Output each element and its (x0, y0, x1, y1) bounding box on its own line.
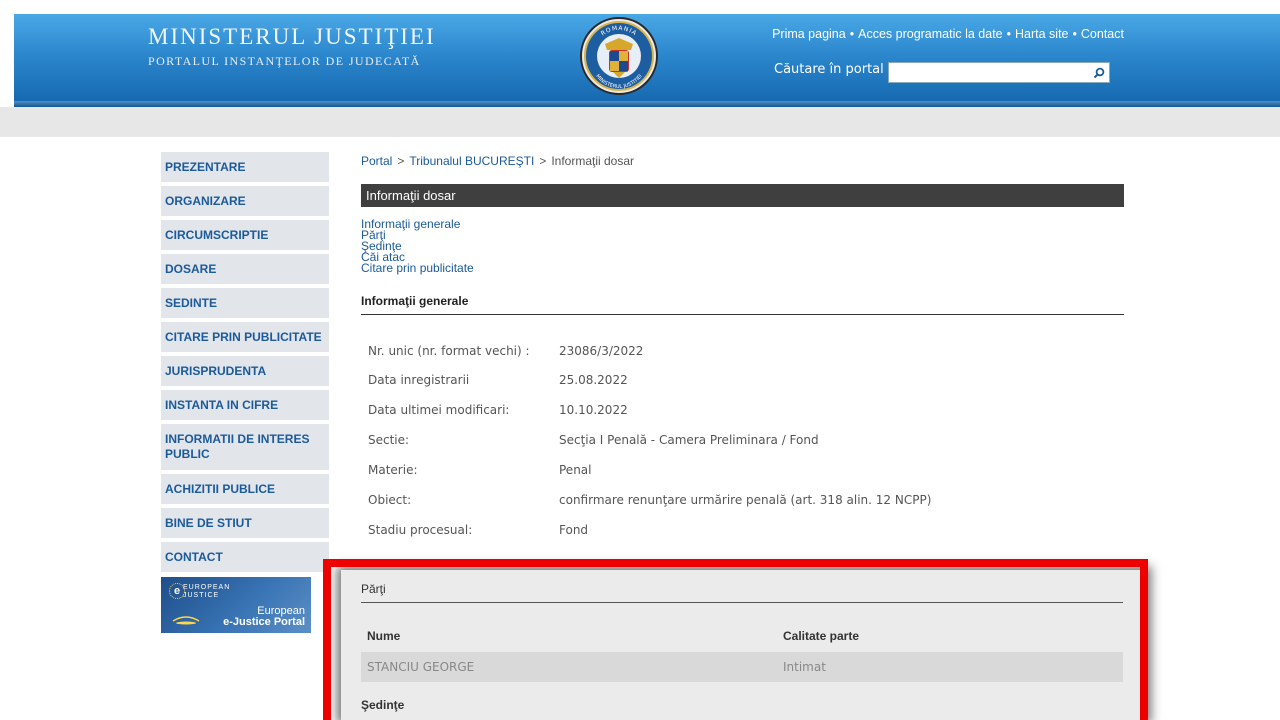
info-value-case-number: 23086/3/2022 (559, 344, 644, 358)
e-justice-portal-banner[interactable]: e EUROPEAN JUSTICE European e-Justice Po… (161, 577, 311, 633)
top-link-sitemap[interactable]: Harta site (1015, 27, 1069, 41)
info-row: Materie: Penal (361, 455, 1124, 485)
info-row: Obiect: confirmare renunţare urmărire pe… (361, 485, 1124, 515)
sidebar-menu: PREZENTARE ORGANIZARE CIRCUMSCRIPTIE DOS… (161, 152, 329, 576)
info-value-procedural-stage: Fond (559, 523, 589, 537)
info-row: Data ultimei modificari: 10.10.2022 (361, 395, 1124, 425)
top-link-contact[interactable]: Contact (1081, 27, 1124, 41)
info-label-procedural-stage: Stadiu procesual: (368, 523, 473, 537)
link-separator: • (1006, 27, 1012, 41)
breadcrumb-court[interactable]: Tribunalul BUCUREŞTI (409, 154, 534, 168)
info-label-last-modified: Data ultimei modificari: (368, 403, 510, 417)
info-value-section: Secţia I Penală - Camera Preliminara / F… (559, 433, 819, 447)
e-justice-logo-line1: EUROPEAN (183, 584, 231, 591)
info-label-matter: Materie: (368, 463, 418, 477)
sidebar-item-achizitii-publice[interactable]: ACHIZITII PUBLICE (161, 474, 329, 504)
info-label-section: Sectie: (368, 433, 410, 447)
top-navigation: Prima pagina • Acces programatic la date • H… (772, 27, 1124, 41)
sidebar-item-prezentare[interactable]: PREZENTARE (161, 152, 329, 182)
sidebar-item-circumscriptie[interactable]: CIRCUMSCRIPTIE (161, 220, 329, 250)
breadcrumb-portal[interactable]: Portal (361, 154, 392, 168)
info-value-object: confirmare renunţare urmărire penală (ar… (559, 493, 932, 507)
search-box (888, 62, 1110, 83)
breadcrumb: Portal > Tribunalul BUCUREŞTI > Informaţii d… (361, 152, 1124, 170)
info-row: Data inregistrarii 25.08.2022 (361, 365, 1124, 395)
site-subtitle: PORTALUL INSTANŢELOR DE JUDECATĂ (148, 54, 421, 68)
search-label: Căutare în portal (774, 62, 884, 77)
e-justice-logo-line2: JUSTICE (183, 592, 220, 599)
scales-of-justice-icon (172, 616, 200, 625)
top-link-home[interactable]: Prima pagina (772, 27, 846, 41)
breadcrumb-current: Informaţii dosar (551, 154, 635, 168)
breadcrumb-separator: > (397, 154, 405, 168)
e-justice-logo-text: EUROPEAN JUSTICE (183, 584, 230, 600)
breadcrumb-separator: > (539, 154, 547, 168)
sidebar-item-sedinte[interactable]: SEDINTE (161, 288, 329, 318)
sidebar-item-bine-de-stiut[interactable]: BINE DE STIUT (161, 508, 329, 538)
info-value-matter: Penal (559, 463, 592, 477)
sidebar-item-contact[interactable]: CONTACT (161, 542, 329, 572)
main-content: Portal > Tribunalul BUCUREŞTI > Informaţii d… (361, 152, 1124, 545)
link-separator: • (849, 27, 855, 41)
info-row: Stadiu procesual: Fond (361, 515, 1124, 545)
e-justice-label-line2: e-Justice Portal (223, 616, 305, 628)
anchor-link-cai-atac[interactable]: Căi atac (361, 251, 1124, 263)
info-label-object: Obiect: (368, 493, 412, 507)
anchor-link-sedinte[interactable]: Şedinţe (361, 240, 1124, 252)
general-info-table: Nr. unic (nr. format vechi) : 23086/3/20… (361, 335, 1124, 545)
page-title: Informaţii dosar (361, 184, 1124, 207)
info-value-last-modified: 10.10.2022 (559, 403, 628, 417)
info-row: Nr. unic (nr. format vechi) : 23086/3/20… (361, 335, 1124, 365)
search-button[interactable] (1090, 64, 1107, 81)
general-info-heading: Informaţii generale (361, 294, 1124, 315)
info-row: Sectie: Secţia I Penală - Camera Prelimi… (361, 425, 1124, 455)
sidebar-item-instanta-in-cifre[interactable]: INSTANTA IN CIFRE (161, 390, 329, 420)
anchor-link-citare-prin-publicitate[interactable]: Citare prin publicitate (361, 262, 1124, 274)
section-anchor-links: Informaţii generale Părţi Şedinţe Căi at… (361, 218, 1124, 274)
info-value-registration-date: 25.08.2022 (559, 373, 628, 387)
highlight-frame (323, 559, 1148, 720)
anchor-link-informatii-generale[interactable]: Informaţii generale (361, 218, 1124, 230)
sidebar-item-informatii-de-interes-public[interactable]: INFORMATII DE INTERES PUBLIC (161, 424, 329, 470)
search-icon (1093, 67, 1104, 78)
header-divider-band (0, 107, 1280, 137)
site-title: MINISTERUL JUSTIŢIEI (148, 24, 436, 49)
info-label-case-number: Nr. unic (nr. format vechi) : (368, 344, 530, 358)
sidebar-item-organizare[interactable]: ORGANIZARE (161, 186, 329, 216)
anchor-link-parti[interactable]: Părţi (361, 229, 1124, 241)
search-input[interactable] (891, 64, 1081, 81)
coat-of-arms-icon[interactable]: ROMANIA MINISTERUL JUSTITIEI (579, 14, 659, 98)
sidebar-item-jurisprudenta[interactable]: JURISPRUDENTA (161, 356, 329, 386)
link-separator: • (1072, 27, 1077, 41)
sidebar-item-dosare[interactable]: DOSARE (161, 254, 329, 284)
info-label-registration-date: Data inregistrarii (368, 373, 470, 387)
sidebar-item-citare-prin-publicitate[interactable]: CITARE PRIN PUBLICITATE (161, 322, 329, 352)
top-link-api-access[interactable]: Acces programatic la date (858, 27, 1003, 41)
